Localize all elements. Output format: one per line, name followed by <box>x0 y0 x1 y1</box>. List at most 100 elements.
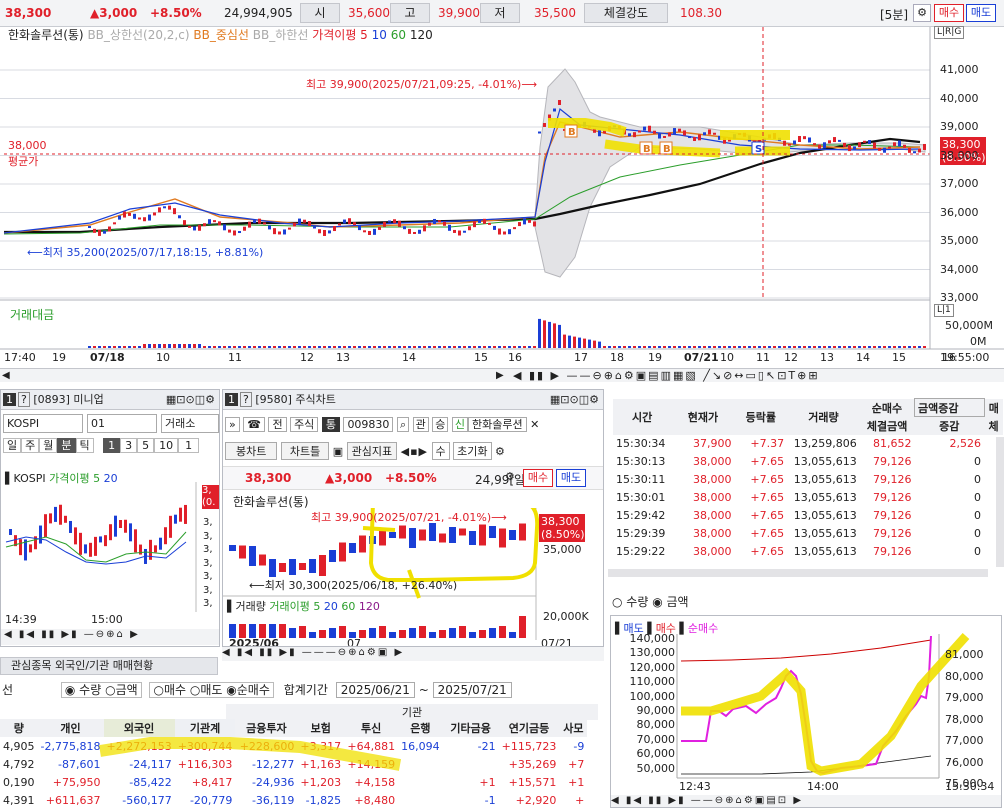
date-to[interactable]: 2025/07/21 <box>432 682 512 698</box>
col-extra[interactable]: 매 <box>984 399 1003 417</box>
scroll-right-icon[interactable]: ▶ <box>496 370 504 381</box>
tick-row[interactable]: 15:30:34 37,900 +7.37 13,259,806 81,652 2,526 <box>613 435 1003 453</box>
chart-scrollbar[interactable]: ◀ ▶ ◀ ▮▮ ▶ ——⊖⊕⌂⚙▣▤▥▦▧ ╱↘⊘↔▭▯↖⊡T⊕⊞ <box>0 368 1004 382</box>
radio-qty[interactable]: ○ 수량 <box>612 595 648 609</box>
interest-indicator-button[interactable]: 관심지표 <box>346 442 398 460</box>
stock-vol-bar <box>379 626 386 638</box>
nav-arrows[interactable]: ◀▪▶ <box>401 445 428 458</box>
period-month[interactable]: 월 <box>39 438 58 453</box>
tick-row[interactable]: 15:30:13 38,000 +7.65 13,055,613 79,126 0 <box>613 453 1003 471</box>
tick-scrollbar[interactable] <box>996 437 1004 567</box>
tick-row[interactable]: 15:29:39 38,000 +7.65 13,055,613 79,126 0 <box>613 525 1003 543</box>
mini-toolbar[interactable]: ◀ ▮◀ ▮▮ ▶▮ —⊖⊕⌂ ▶ <box>1 629 219 645</box>
interval-5[interactable]: 5 <box>137 438 155 453</box>
stock-candle <box>419 529 426 541</box>
col-net-buy[interactable]: 순매수 <box>860 399 915 417</box>
investor-cell: +4,158 <box>354 775 396 789</box>
flow-radio[interactable]: ○ 수량 ◉ 금액 <box>612 593 689 610</box>
save-icon[interactable]: ▣ <box>333 445 343 458</box>
tick-cell: 79,126 <box>873 473 912 486</box>
stock-toolbar-bottom[interactable]: ◀ ▮◀ ▮▮ ▶▮ ———⊖⊕⌂⚙▣ ▶ <box>222 647 604 661</box>
investor-row[interactable]: 4,391 +611,637 -560,177 -20,779 -36,119 -1,82… <box>0 791 587 808</box>
investor-tab[interactable]: 관심종목 외국인/기관 매매현황 <box>0 657 218 675</box>
volume-bar <box>593 340 596 348</box>
gear-icon[interactable]: ⚙ <box>913 4 931 22</box>
period-tick[interactable]: 틱 <box>75 438 94 453</box>
tick-cell: 0 <box>974 491 981 504</box>
stock-code-input[interactable]: 009830 <box>343 417 394 432</box>
period-week[interactable]: 주 <box>21 438 40 453</box>
volume-bar <box>88 346 91 348</box>
stock-toolbar[interactable]: » ☎ 전 주식 통 009830 ⌕ 관 승 신 한화솔루션 ✕ <box>225 416 539 432</box>
market-code-input[interactable]: 01 <box>87 414 157 433</box>
chip-rise[interactable]: 승 <box>432 417 449 432</box>
chip-credit[interactable]: 신 <box>451 417 468 432</box>
chart-toolbar[interactable]: ◀ ▮▮ ▶ ——⊖⊕⌂⚙▣▤▥▦▧ ╱↘⊘↔▭▯↖⊡T⊕⊞ <box>513 369 820 382</box>
search-icon[interactable]: ⌕ <box>396 417 410 432</box>
investor-row[interactable]: 0,190 +75,950 -85,422 +8,417 -24,936 +1,203 +4… <box>0 773 587 791</box>
period-selector[interactable]: [5분] <box>880 6 908 23</box>
col-rate[interactable]: 등락률 <box>735 399 788 435</box>
lr-tag[interactable]: L|1 <box>934 304 954 317</box>
stock-vol-bar <box>429 632 436 638</box>
flow-y-left-tick: 60,000 <box>636 747 676 761</box>
chart-frame-button[interactable]: 차트틀 <box>280 442 330 460</box>
stock-gear-icon[interactable]: ⚙ <box>505 470 515 483</box>
radio-quantity[interactable]: 수량 <box>79 683 101 697</box>
tick-row[interactable]: 15:30:11 38,000 +7.65 13,055,613 79,126 0 <box>613 471 1003 489</box>
volume-bar <box>403 346 406 348</box>
settings-icon[interactable]: ⚙ <box>495 445 505 458</box>
count-button[interactable]: 수 <box>431 442 450 460</box>
col-price[interactable]: 현재가 <box>671 399 734 435</box>
radio-sell[interactable]: 매도 <box>200 683 222 697</box>
col-time[interactable]: 시간 <box>613 399 671 435</box>
volume-bar <box>348 346 351 348</box>
investor-select[interactable]: 선 <box>2 683 13 697</box>
flow-toolbar[interactable]: ◀ ▮◀ ▮▮ ▶▮ ——⊖⊕⌂⚙▣▤⊡ ▶ <box>611 795 1001 807</box>
reset-button[interactable]: 초기화 <box>453 442 492 460</box>
period-day[interactable]: 일 <box>3 438 22 453</box>
col-exec-amount[interactable]: 체결금액 <box>860 417 915 435</box>
investor-cell: -1,825 <box>305 793 342 807</box>
col-extra2[interactable]: 체 <box>984 417 1003 435</box>
interval-1[interactable]: 1 <box>103 438 121 453</box>
close-icon[interactable]: ✕ <box>530 418 539 431</box>
interval-10[interactable]: 10 <box>154 438 179 453</box>
main-chart-area[interactable]: B B B S 한화솔루션(통) BB_상한선(20,2,c) BB_중심선 B… <box>0 26 1004 385</box>
date-from[interactable]: 2025/06/21 <box>335 682 415 698</box>
market-select[interactable]: KOSPI <box>3 414 83 433</box>
radio-amount[interactable]: ◉ 금액 <box>652 595 688 609</box>
investor-controls[interactable]: 선 ◉ 수량 ○금액 ○매수 ○매도 ◉순매수 합계기간 2025/06/21 … <box>2 681 512 698</box>
stock-tab[interactable]: 주식 <box>290 417 319 432</box>
radio-amount2[interactable]: 금액 <box>116 683 138 697</box>
radio-buy[interactable]: 매수 <box>164 683 186 697</box>
stock-buy-button[interactable]: 매수 <box>523 469 553 487</box>
lrg-tag[interactable]: L|R|G <box>934 26 965 39</box>
col-amount-select[interactable]: 금액증감 <box>914 398 985 417</box>
buy-button[interactable]: 매수 <box>934 4 964 22</box>
radio-net[interactable]: 순매수 <box>237 683 270 697</box>
candle-chart-button[interactable]: 봉차트 <box>225 442 278 460</box>
candle <box>468 226 471 231</box>
interval-3[interactable]: 3 <box>120 438 138 453</box>
exchange-select[interactable]: 거래소 <box>161 414 219 433</box>
interval-custom[interactable]: 1 <box>178 438 200 453</box>
chip-interest[interactable]: 관 <box>412 417 429 432</box>
volume-bar <box>738 346 741 348</box>
period-minute[interactable]: 분 <box>57 438 76 453</box>
tick-hscroll[interactable] <box>608 569 988 577</box>
candle <box>123 211 126 218</box>
col-volume[interactable]: 거래량 <box>787 399 860 435</box>
stock-sell-button[interactable]: 매도 <box>556 469 586 487</box>
time-axis-tick: 12 <box>784 351 798 364</box>
period-tabs[interactable]: 일주월분틱 1 3 5 10 1 <box>3 437 200 453</box>
tick-row[interactable]: 15:29:42 38,000 +7.65 13,055,613 79,126 0 <box>613 507 1003 525</box>
col-change[interactable]: 증감 <box>915 417 984 435</box>
chart-buttons[interactable]: 봉차트 차트틀 ▣ 관심지표 ◀▪▶ 수 초기화 ⚙ <box>225 442 505 460</box>
sell-button[interactable]: 매도 <box>966 4 996 22</box>
tick-row[interactable]: 15:29:22 38,000 +7.65 13,055,613 79,126 0 <box>613 543 1003 561</box>
unified-tab[interactable]: 통 <box>321 417 340 432</box>
avg-price-value: 38,000 <box>8 139 47 152</box>
tick-row[interactable]: 15:30:01 38,000 +7.65 13,055,613 79,126 0 <box>613 489 1003 507</box>
scroll-left-icon[interactable]: ◀ <box>2 370 10 381</box>
